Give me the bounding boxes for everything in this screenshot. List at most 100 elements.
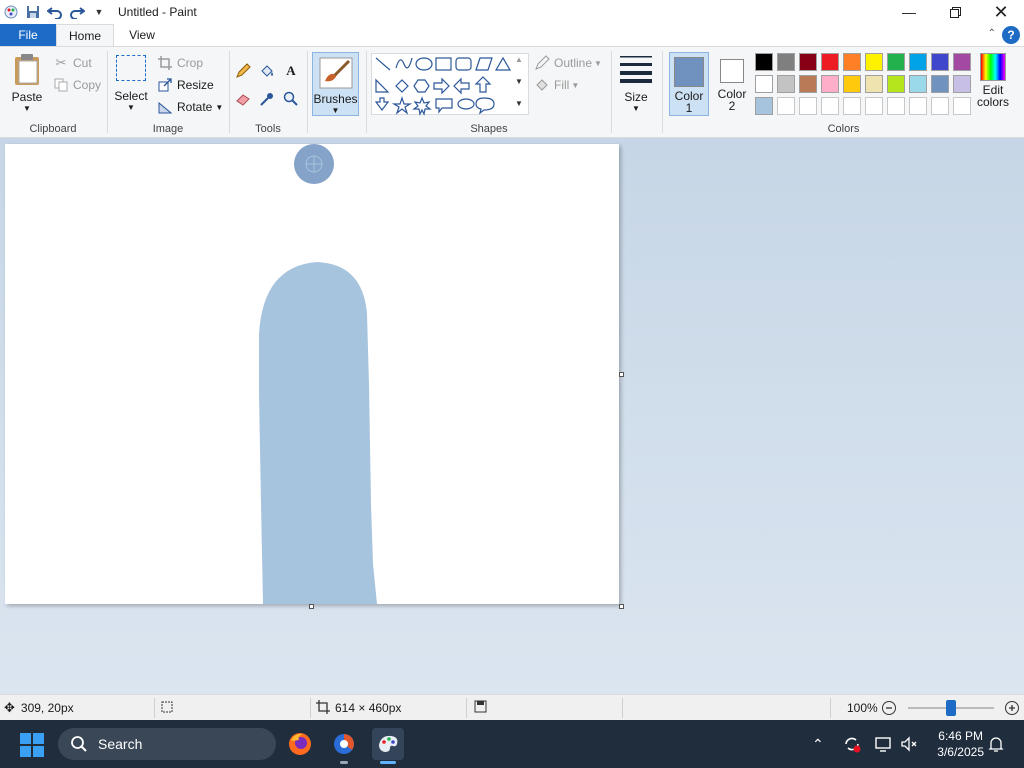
palette-swatch[interactable] [777,53,795,71]
select-dropdown-icon[interactable]: ▼ [114,103,148,112]
browser-app-icon[interactable] [328,728,360,764]
resize-button[interactable]: Resize [156,75,214,95]
redo-icon[interactable] [66,1,88,23]
palette-swatch[interactable] [755,75,773,93]
rotate-button[interactable]: Rotate ▼ [156,97,223,117]
palette-swatch[interactable] [931,97,949,115]
palette-swatch[interactable] [821,53,839,71]
tab-view[interactable]: View [114,24,170,46]
customize-dropdown-icon[interactable]: ▼ [88,1,110,23]
magnifier-button[interactable] [282,89,303,109]
clock[interactable]: 6:46 PM 3/6/2025 [937,728,984,760]
palette-swatch[interactable] [777,75,795,93]
palette-swatch[interactable] [843,75,861,93]
windows-start-icon[interactable] [20,733,44,757]
text-button[interactable]: A [282,61,303,81]
help-icon[interactable]: ? [1002,26,1020,44]
resize-handle-right[interactable] [619,372,624,377]
shapes-expand-icon[interactable]: ▼ [515,99,523,108]
color-picker-button[interactable] [258,89,279,109]
palette-swatch[interactable] [887,53,905,71]
shapes-gallery-icons[interactable] [372,54,530,116]
pencil-button[interactable] [234,61,255,81]
edit-colors-button[interactable]: Edit colors [975,53,1011,108]
image-group: Select ▼ Crop Resize Rotate ▼ Image [108,47,228,137]
paste-dropdown-icon[interactable]: ▼ [6,104,48,113]
brushes-button[interactable]: Brushes ▼ [312,52,359,116]
copy-button[interactable]: Copy [52,75,101,95]
cut-button[interactable]: ✂ Cut [52,53,92,73]
palette-swatch[interactable] [887,75,905,93]
rotate-dropdown-icon[interactable]: ▼ [215,103,223,112]
paste-button[interactable]: Paste ▼ [6,53,48,113]
palette-swatch[interactable] [755,53,773,71]
palette-swatch[interactable] [931,53,949,71]
palette-swatch[interactable] [865,53,883,71]
palette-swatch[interactable] [799,53,817,71]
shapes-scroll-down-icon[interactable]: ▼ [515,77,523,86]
palette-swatch[interactable] [821,75,839,93]
tab-file[interactable]: File [0,24,56,46]
tab-home[interactable]: Home [56,24,114,46]
palette-swatch[interactable] [909,97,927,115]
maximize-icon[interactable] [932,0,978,24]
size-dropdown-icon[interactable]: ▼ [616,104,656,113]
drawing-canvas[interactable] [5,144,619,604]
zoom-in-button[interactable] [1004,695,1020,721]
firefox-app-icon[interactable] [284,728,316,760]
undo-icon[interactable] [44,1,66,23]
tools-group: A Tools [230,47,306,137]
palette-swatch[interactable] [953,75,971,93]
select-button[interactable]: Select ▼ [114,55,148,112]
volume-muted-icon[interactable] [900,720,918,768]
palette-swatch[interactable] [887,97,905,115]
palette-swatch[interactable] [843,97,861,115]
collapse-ribbon-icon[interactable]: ⌃ [988,28,996,39]
network-icon[interactable] [874,720,892,768]
palette-swatch[interactable] [843,53,861,71]
zoom-slider[interactable] [908,695,994,721]
sync-icon[interactable] [842,720,862,768]
minimize-icon[interactable]: — [886,0,932,24]
canvas-size-icon [316,699,330,717]
palette-swatch[interactable] [755,97,773,115]
zoom-out-button[interactable] [881,695,897,721]
close-icon[interactable]: ✕ [978,0,1024,24]
palette-swatch[interactable] [953,97,971,115]
palette-swatch[interactable] [909,75,927,93]
eraser-button[interactable] [234,89,255,109]
shapes-scroll-up-icon[interactable]: ▲ [515,55,523,64]
fill-button[interactable] [258,61,279,81]
palette-swatch[interactable] [909,53,927,71]
fill-style-dropdown-icon[interactable]: ▼ [571,81,579,90]
palette-swatch[interactable] [799,97,817,115]
palette-swatch[interactable] [799,75,817,93]
status-separator [622,698,623,718]
palette-swatch[interactable] [777,97,795,115]
paint-taskbar-icon[interactable] [372,728,404,764]
paint-app-icon[interactable] [0,1,22,23]
palette-swatch[interactable] [953,53,971,71]
status-bar: ✥ 309, 20px 614 × 460px 100% [0,694,1024,720]
fill-style-button[interactable]: Fill ▼ [533,75,579,95]
crop-button[interactable]: Crop [156,53,203,73]
taskbar-search-box[interactable]: Search [58,728,276,760]
palette-swatch[interactable] [931,75,949,93]
brushes-dropdown-icon[interactable]: ▼ [313,106,358,115]
resize-handle-corner[interactable] [619,604,624,609]
color2-button[interactable]: Color 2 [713,52,751,116]
save-icon[interactable] [22,1,44,23]
color1-button[interactable]: Color 1 [669,52,709,116]
palette-swatch[interactable] [821,97,839,115]
outline-dropdown-icon[interactable]: ▼ [594,59,602,68]
title-bar: ▼ Untitled - Paint — ✕ [0,0,1024,24]
palette-swatch[interactable] [865,75,883,93]
zoom-slider-thumb[interactable] [946,700,956,716]
size-button[interactable]: Size ▼ [616,53,656,113]
resize-handle-bottom[interactable] [309,604,314,609]
outline-button[interactable]: Outline ▼ [533,53,602,73]
palette-swatch[interactable] [865,97,883,115]
size-label: Size [624,90,648,104]
show-hidden-icons-icon[interactable]: ⌃ [812,720,824,768]
notifications-icon[interactable] [988,720,1004,768]
